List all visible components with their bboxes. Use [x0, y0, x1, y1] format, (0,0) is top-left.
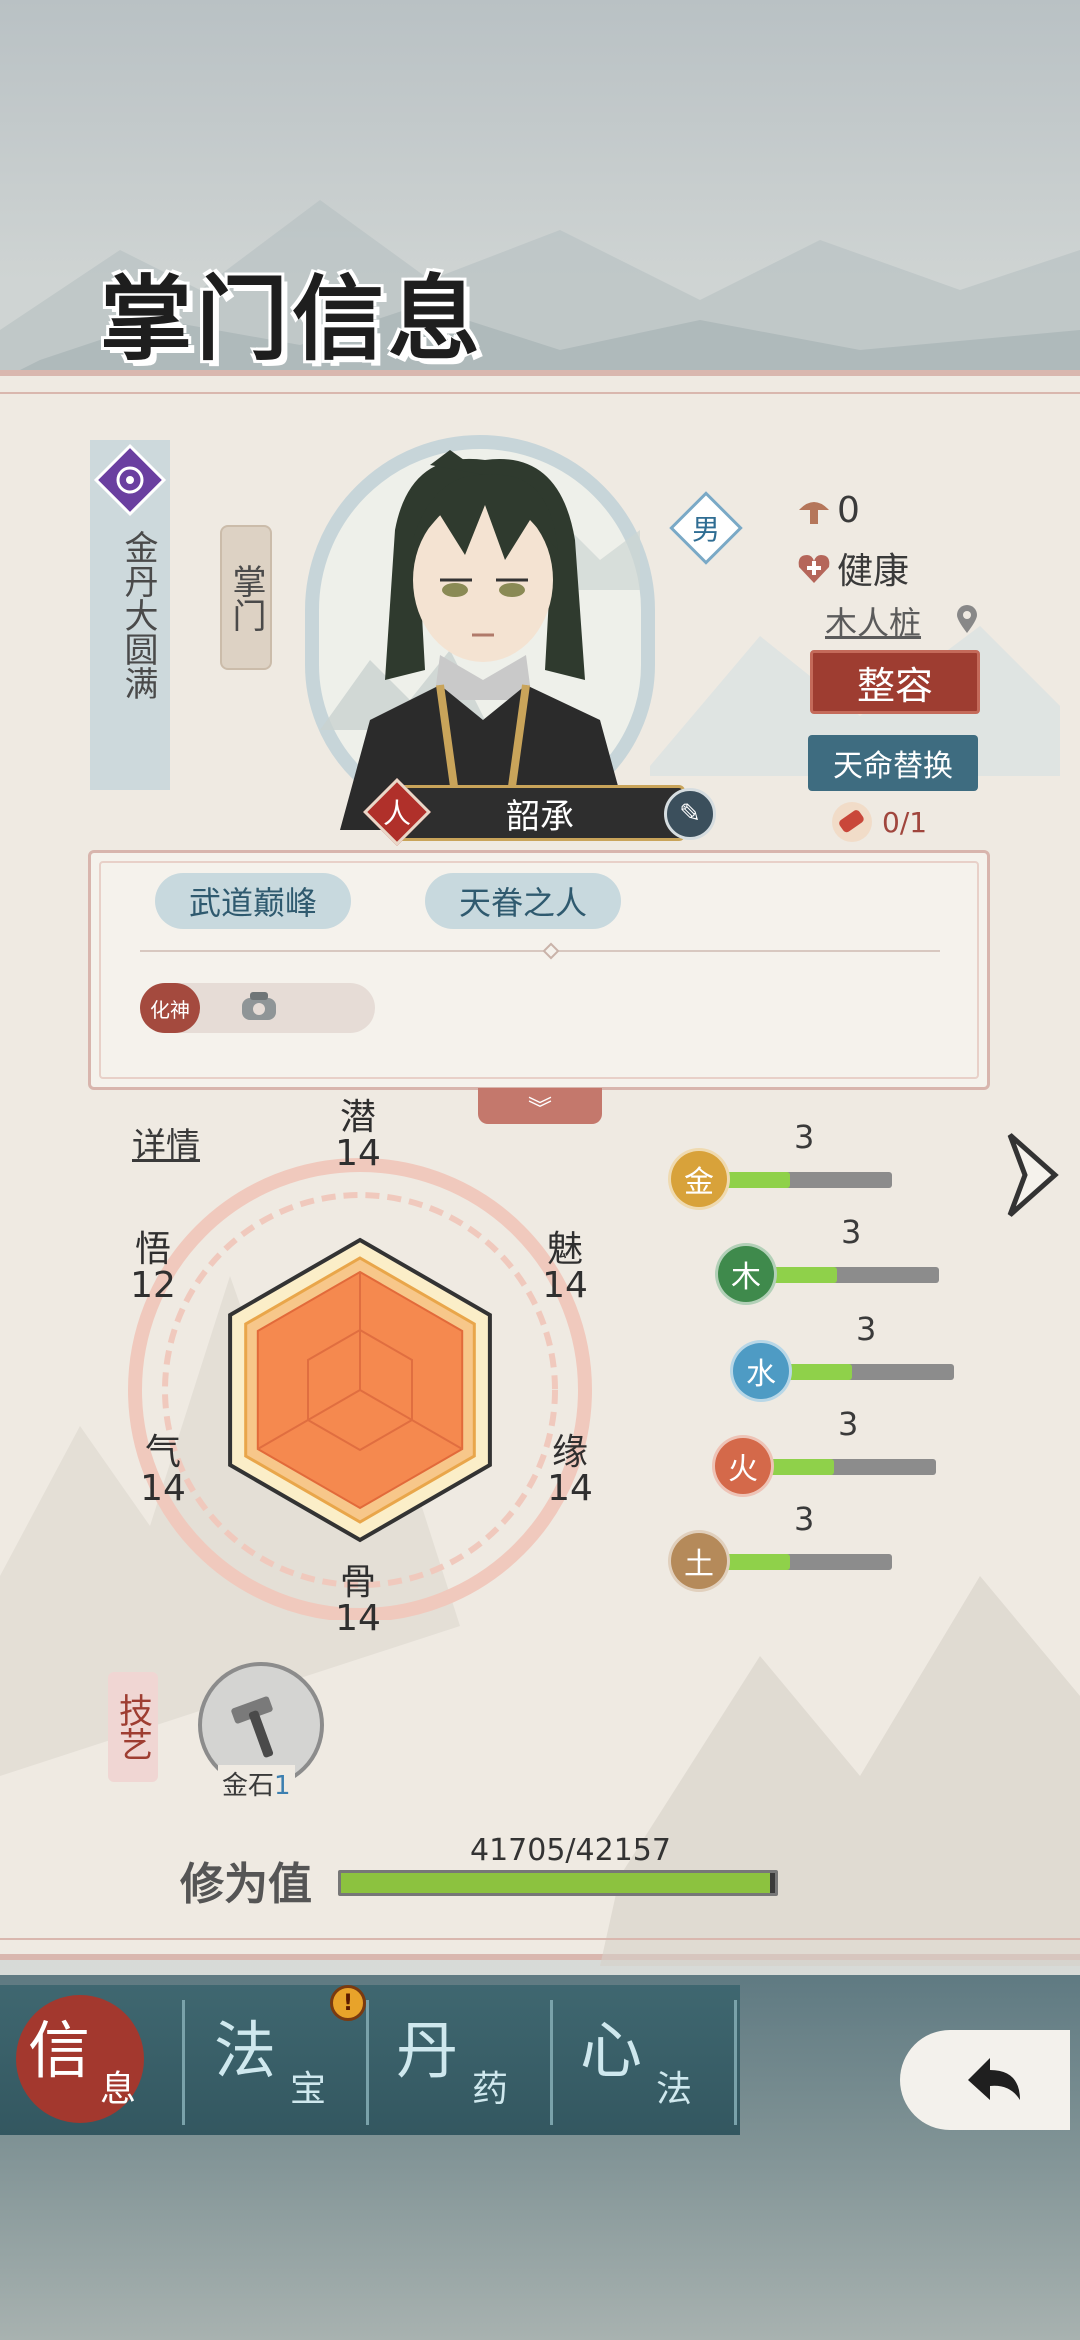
realm-swirl-icon — [93, 443, 167, 517]
attribute-radar-chart — [128, 1158, 592, 1620]
element-bar — [766, 1459, 936, 1475]
location-link[interactable]: 木人桩 — [825, 598, 921, 644]
element-value: 3 — [841, 1213, 862, 1251]
skills-section-label: 技艺 — [108, 1672, 158, 1782]
character-portrait[interactable] — [300, 430, 660, 830]
element-icon[interactable]: 土 — [668, 1530, 730, 1592]
element-value: 3 — [794, 1500, 815, 1538]
element-value: 3 — [856, 1310, 877, 1348]
expand-chevron-icon[interactable]: ︾ — [478, 1088, 602, 1124]
destiny-replace-button[interactable]: 天命替换 — [808, 735, 978, 791]
element-icon[interactable]: 木 — [715, 1243, 777, 1305]
element-value: 3 — [838, 1405, 859, 1443]
health-stat: 健康 — [795, 542, 909, 594]
location-pin-icon — [957, 605, 977, 633]
attr-qi: 气 14 — [140, 1432, 186, 1509]
attr-wu: 悟 12 — [130, 1229, 176, 1306]
element-bar — [769, 1267, 939, 1283]
cultivation-progress-bar — [338, 1870, 778, 1896]
attr-mei: 魅 14 — [542, 1229, 588, 1306]
scroll-icon — [832, 802, 872, 842]
divider — [140, 950, 940, 952]
human-tag-text: 人 — [382, 797, 411, 830]
attr-yuan: 缘 14 — [547, 1432, 593, 1509]
attr-gu: 骨 14 — [335, 1562, 381, 1639]
next-page-arrow-icon[interactable] — [1000, 1125, 1070, 1225]
element-bar-fill — [766, 1459, 834, 1475]
coin-stat: 0 — [795, 490, 860, 531]
skill-name: 金石1 — [218, 1765, 295, 1802]
hammer-icon — [231, 1696, 274, 1758]
element-bar-fill — [769, 1267, 837, 1283]
element-bar-fill — [722, 1554, 790, 1570]
back-arrow-icon — [968, 2058, 1020, 2100]
huashen-badge: 化神 — [140, 983, 200, 1033]
trait-tianjuan[interactable]: 天眷之人 — [425, 873, 622, 929]
brush-icon[interactable]: ✎ — [664, 788, 716, 840]
element-icon[interactable]: 火 — [712, 1435, 774, 1497]
health-status: 健康 — [837, 551, 910, 592]
character-name: 韶承 — [395, 785, 685, 841]
element-icon[interactable]: 水 — [730, 1340, 792, 1402]
alert-icon: ! — [330, 1985, 366, 2021]
element-bar-fill — [722, 1172, 790, 1188]
element-bar — [784, 1364, 954, 1380]
tab-mind-method[interactable]: 心 法 — [556, 2000, 736, 2125]
realm-text: 金丹大圆满 — [118, 530, 158, 700]
back-button[interactable] — [900, 2030, 1070, 2130]
cultivation-value: 41705/42157 — [470, 1833, 671, 1868]
cultivation-label: 修为值 — [180, 1859, 312, 1910]
role-tag: 掌门 — [220, 525, 272, 670]
health-heart-icon — [798, 555, 830, 583]
tab-pills[interactable]: 丹 药 — [372, 2000, 552, 2125]
artifact-icon — [242, 992, 276, 1020]
mushroom-coin-icon — [799, 501, 829, 524]
page-title: 掌门信息 — [100, 265, 485, 373]
element-icon[interactable]: 金 — [668, 1148, 730, 1210]
gender-text: 男 — [691, 513, 720, 546]
destiny-count: 0/1 — [830, 800, 927, 844]
appearance-change-button[interactable]: 整容 — [810, 650, 980, 714]
element-bar-fill — [784, 1364, 852, 1380]
cultivation-progress-fill — [341, 1873, 771, 1893]
coin-count: 0 — [837, 490, 860, 531]
element-value: 3 — [794, 1118, 815, 1156]
element-bar — [722, 1172, 892, 1188]
element-bar — [722, 1554, 892, 1570]
trait-wudao[interactable]: 武道巅峰 — [155, 873, 352, 929]
attr-qian: 潜 14 — [335, 1097, 381, 1174]
tab-info[interactable]: 信 息 — [0, 2000, 180, 2125]
